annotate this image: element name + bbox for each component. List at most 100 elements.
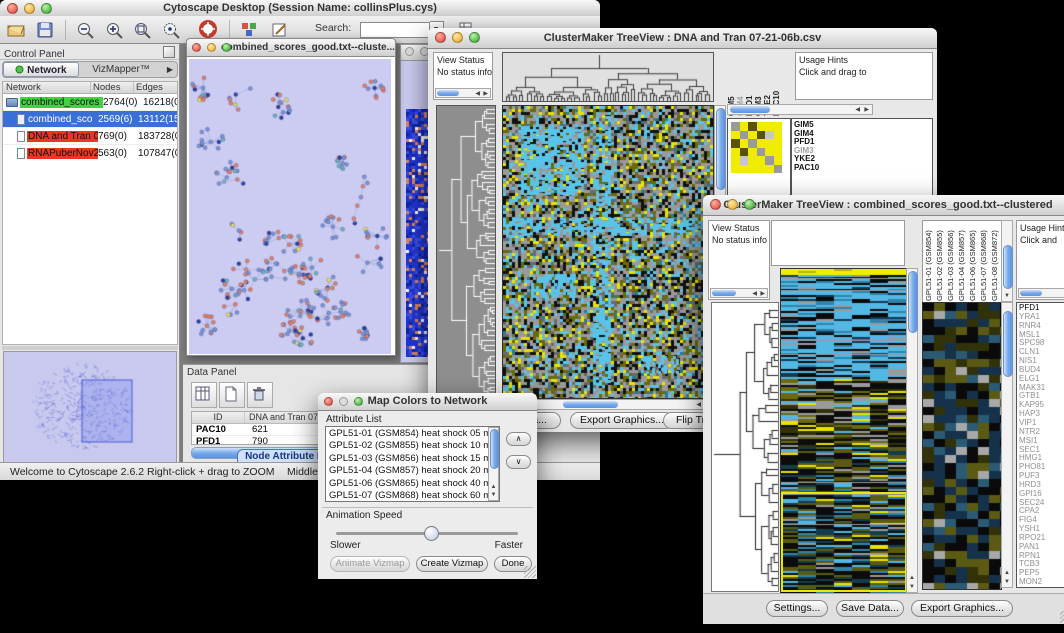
- gene-label[interactable]: YRA1: [1019, 313, 1064, 322]
- view-status-scrollbar[interactable]: ◀▶: [435, 88, 491, 98]
- resize-grip[interactable]: [524, 566, 536, 578]
- search-input[interactable]: [360, 22, 430, 38]
- gene-dendrogram[interactable]: [711, 302, 779, 592]
- gene-label[interactable]: SEC1: [1019, 446, 1064, 455]
- gene-label[interactable]: SPC98: [1019, 339, 1064, 348]
- tabs-more-button[interactable]: ▶: [163, 65, 177, 74]
- gene-dendrogram[interactable]: [436, 105, 496, 399]
- network-window-titlebar[interactable]: combined_scores_good.txt--cluste...: [187, 39, 395, 57]
- gene-label[interactable]: GIM5: [794, 121, 932, 130]
- heatmap-vscrollbar[interactable]: ▲▼: [906, 268, 918, 593]
- gene-label[interactable]: MSI1: [1019, 437, 1064, 446]
- gene-label[interactable]: PAN1: [1019, 543, 1064, 552]
- panel-divider-handle[interactable]: [2, 346, 178, 350]
- gene-label[interactable]: CPA2: [1019, 507, 1064, 516]
- animate-vizmap-button[interactable]: Animate Vizmap: [330, 556, 410, 572]
- attribute-list-item[interactable]: GPL51-04 (GSM857) heat shock 20 min: [326, 465, 499, 477]
- zoom-selected-icon[interactable]: [162, 21, 181, 39]
- zoom-window-button[interactable]: [469, 32, 480, 43]
- slider-thumb[interactable]: [424, 526, 439, 541]
- close-button[interactable]: [435, 32, 446, 43]
- zoom-heatmap[interactable]: [922, 302, 1002, 590]
- save-data-button[interactable]: Save Data...: [836, 600, 904, 617]
- save-icon[interactable]: [36, 21, 54, 39]
- dialog-titlebar[interactable]: Map Colors to Network: [318, 393, 537, 411]
- float-panel-icon[interactable]: [163, 46, 175, 58]
- gene-label[interactable]: PAC10: [794, 164, 932, 173]
- gene-label[interactable]: TCB3: [1019, 560, 1064, 569]
- attribute-list-scrollbar[interactable]: ▲▼: [488, 427, 499, 501]
- column-labels-scrollbar[interactable]: ▼: [1001, 220, 1013, 302]
- gene-list[interactable]: PFD1YRA1RNR4MSL1SPC98CLN1NIS1BUD4ELG1MAK…: [1017, 303, 1064, 587]
- annotation-icon[interactable]: [271, 21, 289, 39]
- move-down-button[interactable]: ∨: [506, 455, 531, 469]
- close-button[interactable]: [7, 3, 18, 14]
- gene-label[interactable]: KAP95: [1019, 401, 1064, 410]
- close-button[interactable]: [324, 397, 333, 406]
- column-label[interactable]: GPL51-06 (GSM865): [968, 221, 979, 301]
- minimize-button[interactable]: [24, 3, 35, 14]
- create-vizmap-button[interactable]: Create Vizmap: [416, 556, 488, 572]
- new-attribute-icon[interactable]: [219, 382, 245, 408]
- settings-button[interactable]: Settings...: [766, 600, 828, 617]
- gene-label[interactable]: PHO81: [1019, 463, 1064, 472]
- heatmap-global-view[interactable]: [502, 105, 714, 399]
- gene-label[interactable]: NTR2: [1019, 428, 1064, 437]
- delete-attribute-icon[interactable]: [247, 382, 273, 408]
- gene-label[interactable]: VIP1: [1019, 419, 1064, 428]
- gene-label[interactable]: GIM3: [794, 147, 932, 156]
- minimize-button[interactable]: [207, 43, 216, 52]
- attribute-list-item[interactable]: GPL51-07 (GSM868) heat shock 60 min: [326, 490, 499, 502]
- zoom-fit-icon[interactable]: [133, 21, 152, 39]
- export-graphics-button[interactable]: Export Graphics...: [911, 600, 1013, 617]
- column-dendrogram[interactable]: [502, 52, 714, 102]
- gene-label[interactable]: RNR4: [1019, 322, 1064, 331]
- gene-label[interactable]: HAP3: [1019, 410, 1064, 419]
- view-status-scrollbar[interactable]: ◀▶: [710, 288, 768, 298]
- network-view-canvas[interactable]: [189, 59, 391, 354]
- gene-label[interactable]: NIS1: [1019, 357, 1064, 366]
- gene-label[interactable]: ELG1: [1019, 375, 1064, 384]
- network-window-1[interactable]: combined_scores_good.txt--cluste...: [186, 38, 396, 356]
- usage-hints-scrollbar[interactable]: [1018, 288, 1064, 298]
- cytoscape-titlebar[interactable]: Cytoscape Desktop (Session Name: collins…: [0, 0, 600, 17]
- gene-label[interactable]: RPN1: [1019, 552, 1064, 561]
- gene-label[interactable]: MAK31: [1019, 384, 1064, 393]
- close-button[interactable]: [710, 199, 721, 210]
- tab-vizmapper[interactable]: VizMapper™: [79, 64, 163, 75]
- network-list-row[interactable]: combined_scores2764(0)16218(0): [3, 94, 177, 111]
- treeview-dna-titlebar[interactable]: ClusterMaker TreeView : DNA and Tran 07-…: [428, 28, 937, 49]
- column-label[interactable]: GPL51-02 (GSM855): [935, 221, 946, 301]
- attribute-list-item[interactable]: GPL51-06 (GSM865) heat shock 40 min: [326, 478, 499, 490]
- gene-label[interactable]: YKE2: [794, 155, 932, 164]
- help-icon[interactable]: [199, 20, 218, 39]
- open-file-icon[interactable]: [6, 21, 26, 39]
- column-header-id[interactable]: ID: [192, 412, 245, 423]
- plugin-manager-icon[interactable]: [240, 21, 258, 39]
- treeview-combined-titlebar[interactable]: ClusterMaker TreeView : combined_scores_…: [703, 195, 1064, 216]
- column-label[interactable]: GPL51-08 (GSM872): [990, 221, 1001, 301]
- move-up-button[interactable]: ∧: [506, 432, 531, 446]
- zoom-heatmap-vscrollbar[interactable]: ▲▼: [1001, 302, 1013, 588]
- gene-label[interactable]: GPI16: [1019, 490, 1064, 499]
- attribute-list-item[interactable]: GPL51-02 (GSM855) heat shock 10 min: [326, 440, 499, 452]
- zoom-window-button[interactable]: [354, 397, 363, 406]
- gene-label[interactable]: BUD4: [1019, 366, 1064, 375]
- zoom-window-button[interactable]: [744, 199, 755, 210]
- gene-label[interactable]: YSH1: [1019, 525, 1064, 534]
- select-attributes-icon[interactable]: [191, 382, 217, 408]
- gene-label[interactable]: GIM4: [794, 130, 932, 139]
- gene-label[interactable]: MSL1: [1019, 331, 1064, 340]
- zoom-in-icon[interactable]: [105, 21, 124, 39]
- gene-label[interactable]: PFD1: [1019, 304, 1064, 313]
- column-label[interactable]: GPL51-01 (GSM854): [924, 221, 935, 301]
- gene-list[interactable]: GIM5GIM4PFD1GIM3YKE2PAC10: [792, 119, 932, 172]
- attribute-list-item[interactable]: GPL51-03 (GSM856) heat shock 15 min: [326, 453, 499, 465]
- column-label[interactable]: GPL51-07 (GSM868): [979, 221, 990, 301]
- zoom-out-icon[interactable]: [76, 21, 95, 39]
- minimize-button[interactable]: [727, 199, 738, 210]
- minimize-button[interactable]: [452, 32, 463, 43]
- birdseye-view[interactable]: [3, 351, 177, 463]
- gene-label[interactable]: SEC24: [1019, 499, 1064, 508]
- zoom-window-button[interactable]: [41, 3, 52, 14]
